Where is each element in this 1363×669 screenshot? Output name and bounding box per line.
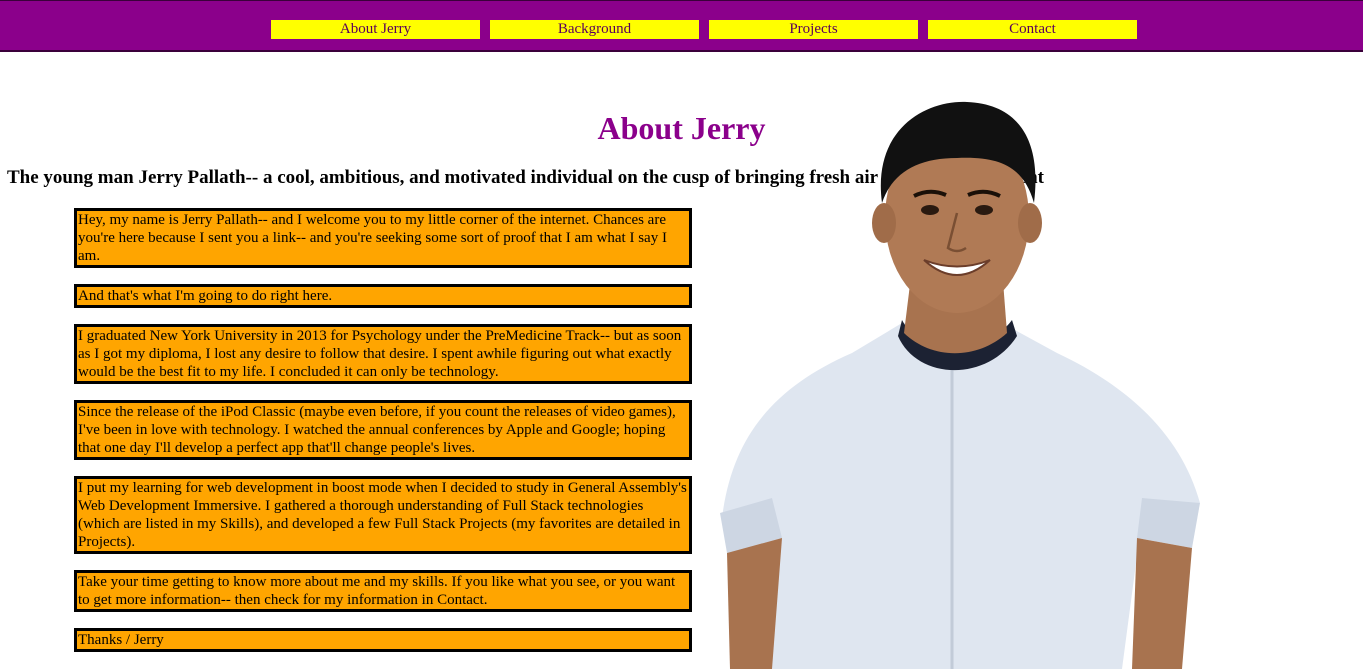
about-paragraph-contact: Take your time getting to know more abou… (74, 570, 692, 612)
nav-contact[interactable]: Contact (928, 20, 1137, 39)
about-paragraph-general-assembly: I put my learning for web development in… (74, 476, 692, 554)
jerry-portrait-photo (720, 101, 1200, 669)
nav-about-jerry[interactable]: About Jerry (271, 20, 480, 39)
nav-background[interactable]: Background (490, 20, 699, 39)
about-paragraph-proof: And that's what I'm going to do right he… (74, 284, 692, 308)
about-paragraph-education: I graduated New York University in 2013 … (74, 324, 692, 384)
about-paragraph-signoff: Thanks / Jerry (74, 628, 692, 652)
about-paragraph-technology: Since the release of the iPod Classic (m… (74, 400, 692, 460)
top-navbar: About Jerry Background Projects Contact (0, 0, 1363, 52)
about-paragraph-intro: Hey, my name is Jerry Pallath-- and I we… (74, 208, 692, 268)
nav-projects[interactable]: Projects (709, 20, 918, 39)
